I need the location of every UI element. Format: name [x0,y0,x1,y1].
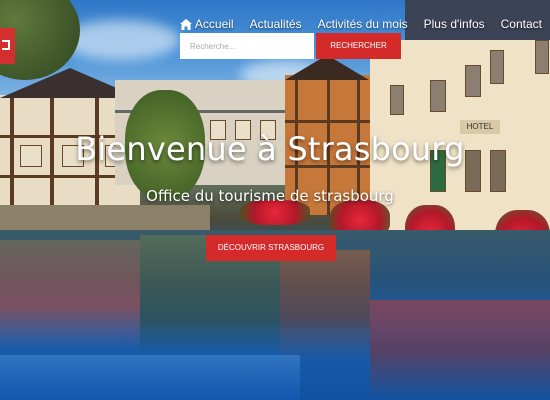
search-button[interactable]: RECHERCHER [316,33,401,59]
nav-item-label: Contact [500,17,542,31]
search-input[interactable] [180,33,314,59]
nav-item-label: Activités du mois [317,17,408,31]
nav-item-label: Actualités [249,17,302,31]
nav-item-label: Plus d'infos [423,17,485,31]
nav-item-accueil[interactable]: Accueil [179,17,234,31]
nav-item-contact[interactable]: Contact [501,17,542,31]
discover-button[interactable]: DÉCOUVRIR STRASBOURG [206,235,336,261]
page-title: Bienvenue à Strasbourg [75,130,465,168]
logo[interactable] [0,28,15,64]
nav-item-plus-infos[interactable]: Plus d'infos [424,17,485,31]
nav-item-label: Accueil [194,17,234,31]
page-subtitle: Office du tourisme de strasbourg [146,187,394,205]
home-icon [179,18,192,30]
main-nav: Accueil Actualités Activités du mois Plu… [179,15,550,33]
logo-mark-icon [2,40,10,50]
nav-item-activites[interactable]: Activités du mois [318,17,408,31]
nav-item-actualites[interactable]: Actualités [250,17,302,31]
